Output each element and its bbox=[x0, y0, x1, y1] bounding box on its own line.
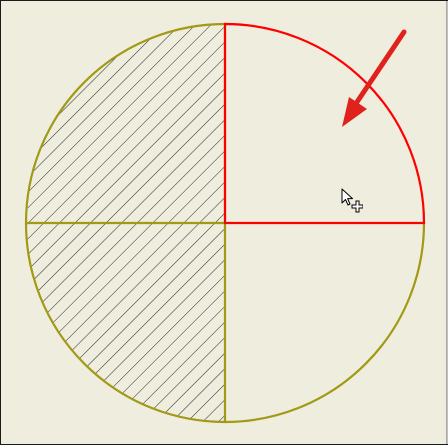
quadrant-lower-left[interactable] bbox=[26, 223, 225, 422]
drawing-surface[interactable] bbox=[1, 1, 447, 444]
drawing-canvas[interactable] bbox=[0, 0, 448, 445]
quadrant-lower-right[interactable] bbox=[225, 223, 424, 422]
quadrant-upper-right[interactable] bbox=[225, 24, 424, 223]
move-cursor-icon bbox=[341, 188, 363, 213]
quadrant-upper-left[interactable] bbox=[26, 24, 225, 223]
